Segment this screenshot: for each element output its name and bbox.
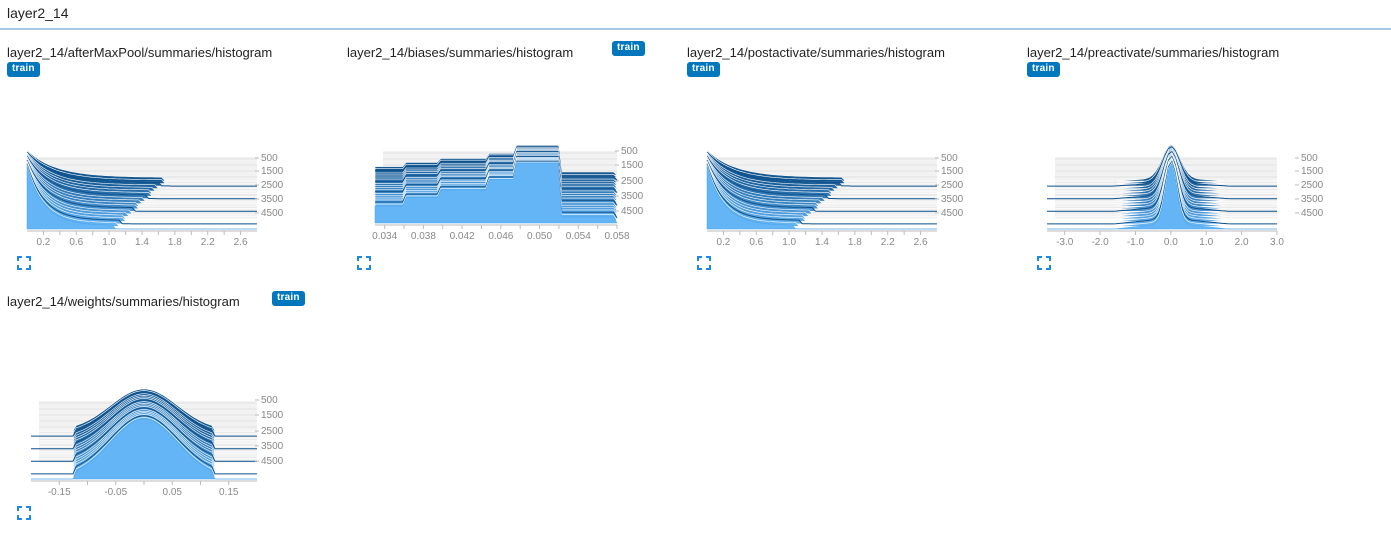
chart-title: layer2_14/weights/summaries/histogram [7, 294, 240, 309]
x-tick-label: 1.4 [815, 237, 829, 248]
y-tick-label: 1500 [261, 166, 284, 177]
y-tick-label: 1500 [941, 166, 964, 177]
x-tick-label: 0.038 [411, 231, 436, 242]
x-tick-label: 0.6 [749, 237, 763, 248]
y-tick-label: 500 [1301, 153, 1318, 164]
x-tick-label: 2.6 [914, 237, 928, 248]
x-tick-label: -2.0 [1091, 237, 1109, 248]
y-tick-label: 3500 [261, 441, 284, 452]
run-badge: train [272, 291, 305, 306]
y-tick-label: 500 [621, 146, 638, 157]
y-tick-label: 2500 [621, 176, 644, 187]
y-tick-label: 500 [941, 153, 958, 164]
x-tick-label: 0.050 [527, 231, 552, 242]
y-tick-label: 1500 [261, 410, 284, 421]
y-tick-label: 2500 [261, 180, 284, 191]
histogram-chart: 0.034 0.038 0.042 0.046 0.050 0.054 0.058 500 15… [372, 144, 644, 242]
expand-icon[interactable] [17, 256, 31, 270]
run-badge: train [612, 41, 645, 56]
x-tick-label: 1.4 [135, 237, 149, 248]
run-badge: train [687, 62, 720, 77]
y-tick-label: 3500 [261, 194, 284, 205]
histogram-card: 0.034 0.038 0.042 0.046 0.050 0.054 0.058 500 15… [347, 41, 687, 285]
x-tick-label: 0.0 [1164, 237, 1178, 248]
histogram-card: -3.0 -2.0 -1.0 0.0 1.0 2.0 3.0 500 1500 2500 3500 4… [1027, 45, 1367, 285]
x-tick-label: -0.15 [48, 487, 71, 498]
x-tick-label: 0.05 [163, 487, 183, 498]
y-tick-label: 1500 [621, 160, 644, 171]
run-badge: train [7, 62, 40, 77]
histogram-chart: 0.2 0.6 1.0 1.4 1.8 2.2 2.6 500 1500 2500 3500 4500 [706, 149, 964, 248]
histogram-chart: -3.0 -2.0 -1.0 0.0 1.0 2.0 3.0 500 1500 2500 3500 4… [1046, 144, 1324, 248]
group-title: layer2_14 [7, 5, 69, 21]
x-tick-label: 1.8 [168, 237, 182, 248]
group-header[interactable]: layer2_14 [0, 0, 1391, 30]
expand-icon[interactable] [697, 256, 711, 270]
x-tick-label: 2.0 [1235, 237, 1249, 248]
x-tick-label: 0.042 [450, 231, 475, 242]
x-tick-label: 0.058 [604, 231, 629, 242]
x-tick-label: 0.2 [716, 237, 730, 248]
chart-title: layer2_14/afterMaxPool/summaries/histogr… [7, 45, 273, 60]
x-tick-label: 0.15 [219, 487, 239, 498]
y-tick-label: 4500 [621, 206, 644, 217]
chart-title: layer2_14/postactivate/summaries/histogr… [687, 45, 945, 60]
x-tick-label: 1.0 [102, 237, 116, 248]
x-tick-label: 3.0 [1270, 237, 1284, 248]
y-tick-label: 4500 [941, 208, 964, 219]
run-badge: train [1027, 62, 1060, 77]
expand-icon[interactable] [1037, 256, 1051, 270]
x-tick-label: 0.046 [488, 231, 513, 242]
histogram-chart: -0.15 -0.05 0.05 0.15 500 1500 2500 3500 4500 [30, 388, 284, 498]
y-tick-label: 3500 [621, 191, 644, 202]
y-tick-label: 4500 [261, 208, 284, 219]
x-tick-label: 0.6 [69, 237, 83, 248]
x-tick-label: 1.8 [848, 237, 862, 248]
x-tick-label: 2.6 [234, 237, 248, 248]
histogram-card: 0.2 0.6 1.0 1.4 1.8 2.2 2.6 500 1500 2500 3500 4500… [687, 45, 1027, 285]
x-tick-label: 2.2 [881, 237, 895, 248]
y-tick-label: 3500 [941, 194, 964, 205]
y-tick-label: 2500 [261, 426, 284, 437]
y-tick-label: 4500 [261, 456, 284, 467]
y-tick-label: 4500 [1301, 208, 1324, 219]
x-tick-label: 0.054 [566, 231, 591, 242]
x-tick-label: -1.0 [1127, 237, 1145, 248]
y-tick-label: 500 [261, 153, 278, 164]
x-tick-label: 1.0 [782, 237, 796, 248]
chart-title: layer2_14/preactivate/summaries/histogra… [1027, 45, 1280, 60]
expand-icon[interactable] [357, 256, 371, 270]
x-tick-label: -0.05 [104, 487, 127, 498]
chart-title: layer2_14/biases/summaries/histogram [347, 45, 574, 60]
histogram-card: 0.2 0.6 1.0 1.4 1.8 2.2 2.6 500 1500 2500 3500 4500… [7, 45, 347, 285]
y-tick-label: 1500 [1301, 166, 1324, 177]
histogram-card: -0.15 -0.05 0.05 0.15 500 1500 2500 3500 4500 la… [7, 291, 347, 534]
histogram-chart: 0.2 0.6 1.0 1.4 1.8 2.2 2.6 500 1500 2500 3500 4500 [26, 149, 284, 248]
x-tick-label: 0.2 [36, 237, 50, 248]
y-tick-label: 2500 [1301, 180, 1324, 191]
y-tick-label: 2500 [941, 180, 964, 191]
x-tick-label: 2.2 [201, 237, 215, 248]
x-tick-label: 1.0 [1199, 237, 1213, 248]
y-tick-label: 3500 [1301, 194, 1324, 205]
y-tick-label: 500 [261, 395, 278, 406]
x-tick-label: -3.0 [1056, 237, 1074, 248]
expand-icon[interactable] [17, 506, 31, 520]
x-tick-label: 0.034 [372, 231, 397, 242]
